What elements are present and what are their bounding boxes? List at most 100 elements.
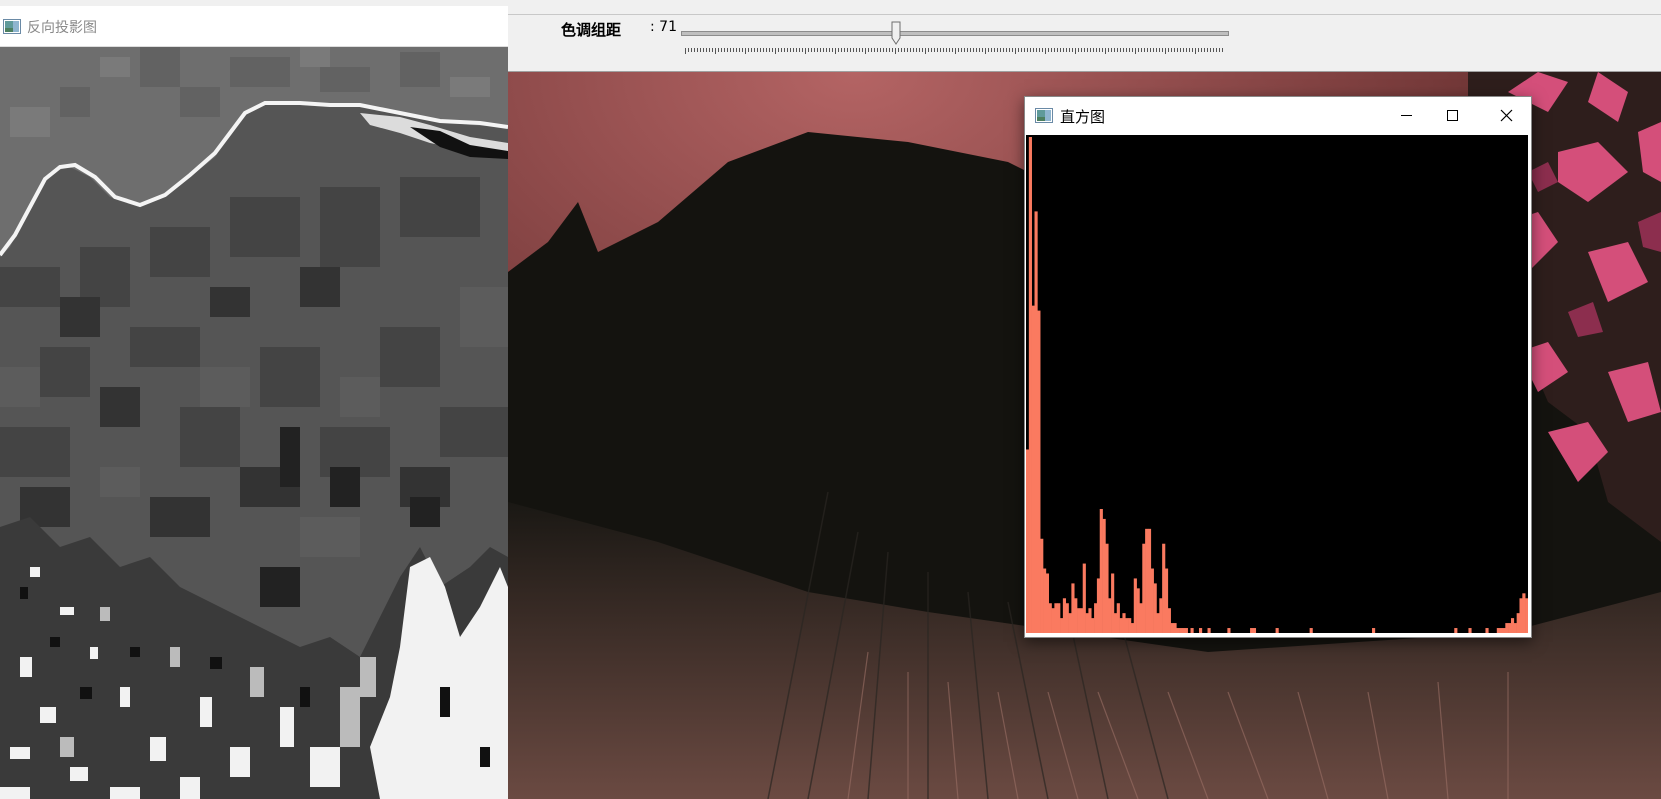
histogram-bar	[1136, 588, 1140, 633]
histogram-bar	[1108, 598, 1112, 633]
histogram-bar	[1054, 603, 1058, 633]
histogram-bar	[1190, 628, 1194, 633]
histogram-bar	[1040, 538, 1044, 633]
histogram-bar	[1119, 618, 1123, 633]
histogram-bar	[1372, 628, 1376, 633]
histogram-bar	[1043, 568, 1047, 633]
histogram-bar	[1031, 305, 1035, 633]
histogram-bar	[1499, 628, 1503, 633]
histogram-bar	[1128, 618, 1132, 633]
histogram-bar	[1147, 528, 1152, 633]
histogram-bar	[1096, 578, 1101, 633]
main-window-titlebar[interactable]	[508, 0, 1661, 15]
histogram-bar	[1516, 613, 1520, 633]
histogram-bar	[1091, 618, 1095, 633]
histogram-bar	[1113, 613, 1118, 633]
histogram-bar	[1088, 608, 1092, 633]
histogram-bar	[1164, 568, 1169, 633]
histogram-bar	[1513, 623, 1517, 633]
histogram-bar	[1060, 618, 1064, 633]
histogram-titlebar[interactable]: 直方图	[1025, 97, 1531, 134]
histogram-bar	[1156, 613, 1160, 633]
histogram-bar	[1082, 563, 1086, 633]
histogram-bar	[1525, 598, 1528, 633]
histogram-bar	[1037, 310, 1041, 633]
window-app-icon	[3, 19, 21, 38]
histogram-bar	[1057, 603, 1061, 633]
backprojection-window: 反向投影图	[0, 0, 508, 799]
histogram-bar	[1454, 628, 1458, 633]
histogram-bar	[1309, 628, 1313, 633]
histogram-bar	[1065, 603, 1069, 633]
trackbar-thumb[interactable]	[891, 21, 901, 45]
histogram-bar	[1034, 211, 1038, 633]
histogram-bar	[1099, 509, 1103, 633]
histogram-bar	[1162, 543, 1166, 633]
histogram-bar	[1508, 623, 1512, 633]
histogram-bar	[1068, 613, 1072, 633]
histogram-bar	[1145, 528, 1149, 633]
histogram-bar	[1153, 583, 1157, 633]
histogram-bar	[1062, 598, 1067, 633]
histogram-bar	[1085, 613, 1089, 633]
minimize-button[interactable]	[1383, 97, 1429, 134]
maximize-button[interactable]	[1429, 97, 1475, 134]
histogram-bar	[1519, 598, 1523, 633]
histogram-bar	[1048, 603, 1052, 633]
histogram-bar	[1207, 628, 1211, 633]
histogram-bar	[1184, 628, 1188, 633]
histogram-bar	[1176, 628, 1180, 633]
histogram-bar	[1139, 603, 1143, 633]
histogram-bar	[1079, 608, 1084, 633]
maximize-icon	[1447, 110, 1458, 121]
histogram-window: 直方图	[1024, 96, 1532, 638]
histogram-bar	[1051, 608, 1055, 633]
histogram-bar	[1250, 628, 1254, 633]
histogram-bar	[1496, 628, 1500, 633]
trackbar-value: : 71	[650, 19, 677, 35]
histogram-bar	[1116, 603, 1120, 633]
histogram-bar	[1133, 578, 1137, 633]
window-app-icon	[1035, 108, 1053, 127]
backprojection-titlebar[interactable]: 反向投影图	[0, 6, 508, 47]
histogram-title: 直方图	[1060, 108, 1106, 126]
histogram-bar	[1130, 623, 1135, 633]
histogram-bar	[1026, 449, 1030, 633]
histogram-bar	[1028, 137, 1032, 633]
trackbar-track[interactable]	[681, 31, 1229, 36]
histogram-bar	[1468, 628, 1472, 633]
histogram-bar	[1045, 573, 1049, 633]
histogram-bar	[1102, 518, 1106, 633]
histogram-bar	[1150, 568, 1154, 633]
close-icon	[1500, 109, 1513, 122]
histogram-bar	[1502, 628, 1506, 633]
histogram-bar	[1159, 598, 1163, 633]
histogram-bar	[1485, 628, 1489, 633]
histogram-bar	[1074, 598, 1078, 633]
histogram-bar	[1522, 593, 1526, 633]
histogram-bar	[1094, 603, 1098, 633]
histogram-bar	[1179, 628, 1183, 633]
histogram-canvas	[1026, 135, 1528, 633]
histogram-bar	[1173, 623, 1177, 633]
trackbar-panel: 色调组距 : 71	[508, 15, 1661, 72]
histogram-bar	[1105, 543, 1109, 633]
histogram-bar	[1142, 543, 1146, 633]
minimize-icon	[1401, 115, 1412, 116]
close-button[interactable]	[1483, 97, 1529, 134]
histogram-bar	[1111, 573, 1115, 633]
histogram-bar	[1181, 628, 1186, 633]
histogram-bar	[1510, 618, 1515, 633]
histogram-bar	[1077, 608, 1081, 633]
histogram-bar	[1275, 628, 1279, 633]
backprojection-image	[0, 47, 508, 799]
histogram-bar	[1505, 623, 1509, 633]
histogram-bar	[1167, 608, 1171, 633]
backprojection-title: 反向投影图	[27, 20, 97, 36]
trackbar-ticks	[685, 48, 1223, 54]
histogram-bar	[1125, 618, 1129, 633]
histogram-bar	[1227, 628, 1231, 633]
histogram-bar	[1199, 628, 1203, 633]
histogram-bar	[1122, 613, 1126, 633]
histogram-bar	[1170, 623, 1174, 633]
